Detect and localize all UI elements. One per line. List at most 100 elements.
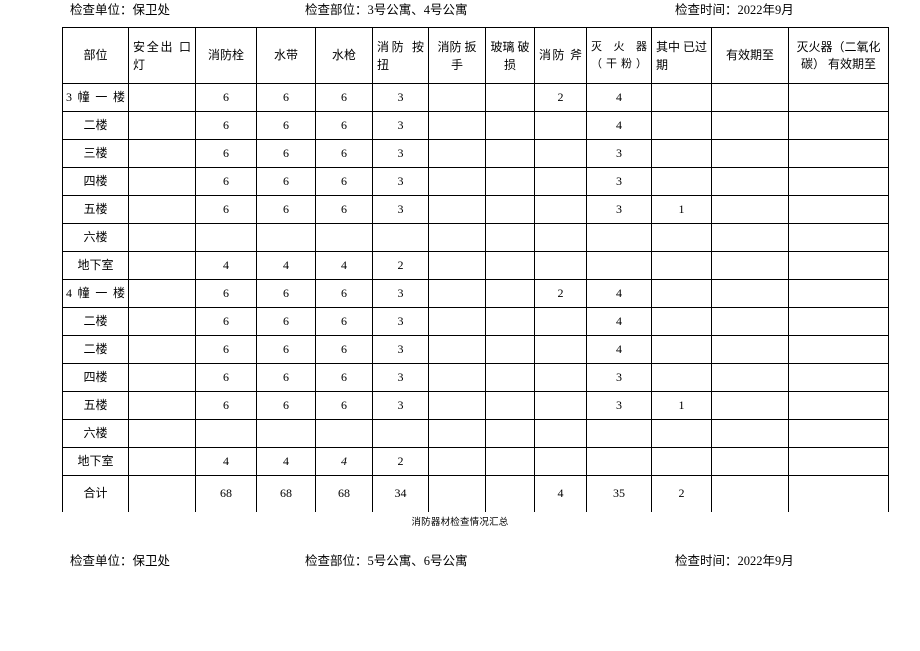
table-cell — [428, 419, 486, 448]
table-cell: 6 — [195, 167, 257, 196]
total-row-label: 合计 — [62, 475, 129, 512]
table-cell — [586, 251, 652, 280]
table-cell: 3 — [372, 279, 429, 308]
table-cell: 6 — [195, 363, 257, 392]
table-cell — [128, 139, 196, 168]
table-cell — [651, 419, 712, 448]
table-cell — [428, 167, 486, 196]
table-cell — [711, 139, 789, 168]
table-cell: 3 — [586, 391, 652, 420]
table-cell — [711, 167, 789, 196]
table-cell — [711, 83, 789, 112]
table-cell — [534, 307, 587, 336]
table-cell — [485, 223, 535, 252]
table-cell — [651, 447, 712, 476]
header-cell-fire-button: 消防 按扭 — [372, 27, 429, 84]
header-cell-nozzle: 水枪 — [315, 27, 373, 84]
table-cell: 4 — [586, 279, 652, 308]
table-cell — [128, 279, 196, 308]
table-total-row: 合计 68 68 68 34 4 35 2 — [62, 475, 889, 512]
table-cell — [428, 447, 486, 476]
table-cell — [711, 279, 789, 308]
table-cell — [586, 223, 652, 252]
table-cell: 4 — [586, 307, 652, 336]
table-cell: 3 — [372, 167, 429, 196]
table-cell: 6 — [256, 111, 316, 140]
table-row: 4幢一楼 6 6 6 3 2 4 — [62, 279, 889, 308]
header-cell-extinguisher-co2: 灭火器（二氧化碳） 有效期至 — [788, 27, 889, 84]
row-label: 五楼 — [62, 195, 129, 224]
table-cell — [428, 195, 486, 224]
table-cell — [315, 419, 373, 448]
table-cell — [711, 251, 789, 280]
table-row: 四楼 6 6 6 3 3 — [62, 363, 889, 392]
row-label: 地下室 — [62, 251, 129, 280]
table-cell — [485, 363, 535, 392]
table-cell — [256, 419, 316, 448]
table-cell — [651, 223, 712, 252]
table-cell: 2 — [534, 279, 587, 308]
table-cell — [534, 363, 587, 392]
table-cell: 6 — [256, 335, 316, 364]
document-page: 检查单位：保卫处 检查部位：3号公寓、4号公寓 检查时间：2022年9月 部位 … — [0, 0, 920, 651]
table-cell: 6 — [195, 391, 257, 420]
table-cell — [651, 167, 712, 196]
table-cell — [128, 251, 196, 280]
table-cell: 6 — [195, 139, 257, 168]
inspection-time-top: 检查时间：2022年9月 — [675, 3, 794, 17]
header-cell-hose: 水带 — [256, 27, 316, 84]
total-cell: 68 — [315, 475, 373, 512]
table-cell — [485, 307, 535, 336]
table-cell: 6 — [315, 111, 373, 140]
table-cell — [651, 139, 712, 168]
table-cell — [788, 195, 889, 224]
table-cell — [428, 391, 486, 420]
table-row: 地下室 4 4 4 2 — [62, 447, 889, 476]
table-cell: 1 — [651, 391, 712, 420]
table-cell — [485, 447, 535, 476]
table-cell: 3 — [372, 391, 429, 420]
table-cell — [788, 391, 889, 420]
table-cell: 4 — [195, 251, 257, 280]
bottom-meta-row: 检查单位：保卫处 检查部位：5号公寓、6号公寓 检查时间：2022年9月 — [62, 551, 858, 571]
table-cell — [788, 363, 889, 392]
table-cell: 6 — [256, 363, 316, 392]
table-cell: 6 — [315, 167, 373, 196]
table-cell: 6 — [315, 83, 373, 112]
table-cell: 4 — [586, 335, 652, 364]
table-cell — [788, 111, 889, 140]
total-cell — [711, 475, 789, 512]
inspection-time-bottom: 检查时间：2022年9月 — [675, 554, 794, 568]
table-cell: 4 — [256, 251, 316, 280]
header-cell-exit-light: 安全出 口灯 — [128, 27, 196, 84]
fire-equipment-table-wrap: 部位 安全出 口灯 消防栓 水带 水枪 消防 按扭 消防 扳手 玻璃 破损 消防… — [62, 27, 889, 512]
table-cell — [128, 419, 196, 448]
table-cell — [788, 139, 889, 168]
table-cell — [711, 363, 789, 392]
row-label: 4幢一楼 — [62, 279, 129, 308]
table-cell — [534, 335, 587, 364]
table-row: 四楼 6 6 6 3 3 — [62, 167, 889, 196]
table-cell — [428, 223, 486, 252]
table-cell: 6 — [195, 111, 257, 140]
table-cell — [128, 83, 196, 112]
row-label: 二楼 — [62, 307, 129, 336]
inspection-unit-bottom: 检查单位：保卫处 — [70, 554, 171, 568]
table-cell — [711, 223, 789, 252]
table-cell: 4 — [315, 447, 373, 476]
row-label: 3幢一楼 — [62, 83, 129, 112]
header-cell-extinguisher-dry: 灭火器 （干粉） — [586, 27, 652, 84]
row-label: 六楼 — [62, 419, 129, 448]
table-cell — [485, 419, 535, 448]
table-cell: 3 — [372, 307, 429, 336]
total-cell — [485, 475, 535, 512]
table-cell — [485, 195, 535, 224]
table-cell: 3 — [372, 335, 429, 364]
table-cell — [256, 223, 316, 252]
table-cell — [534, 111, 587, 140]
table-cell: 6 — [195, 307, 257, 336]
total-cell — [788, 475, 889, 512]
table-cell — [315, 223, 373, 252]
table-cell: 4 — [256, 447, 316, 476]
table-row: 3幢一楼 6 6 6 3 2 4 — [62, 83, 889, 112]
